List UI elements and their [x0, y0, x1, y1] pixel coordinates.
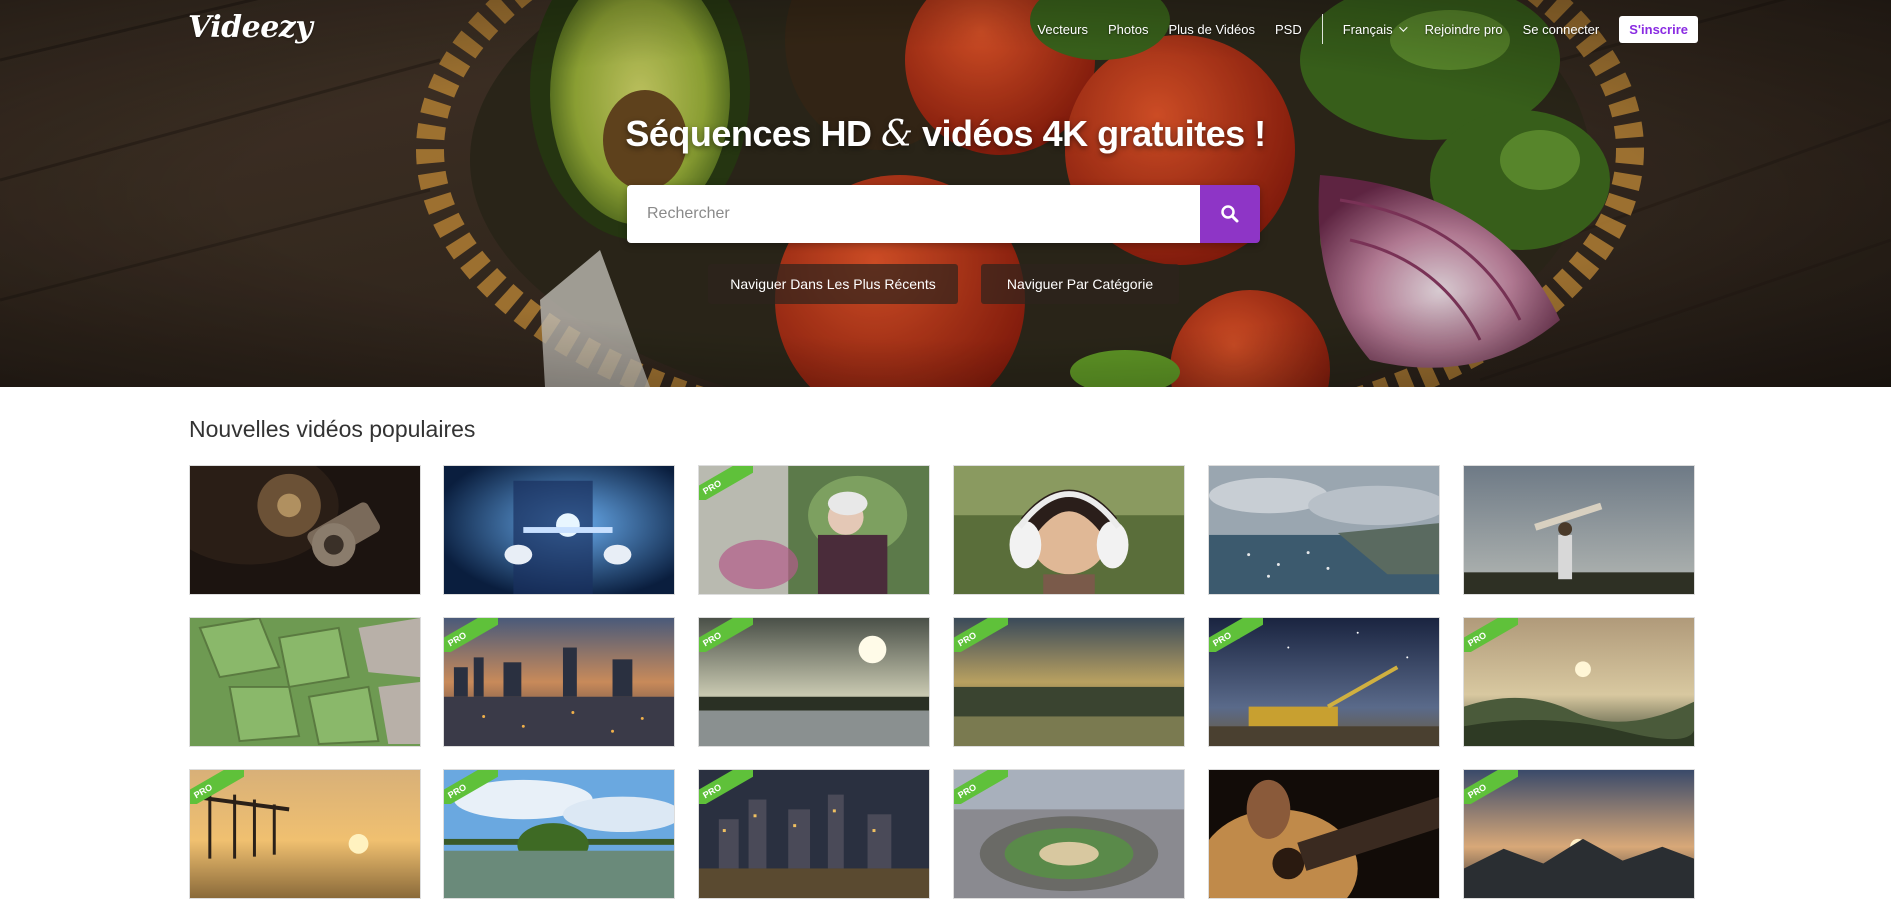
video-thumbnail[interactable] — [953, 465, 1185, 595]
join-pro-link[interactable]: Rejoindre pro — [1425, 22, 1503, 37]
section-title: Nouvelles vidéos populaires — [189, 416, 476, 442]
signup-button[interactable]: S'inscrire — [1619, 15, 1698, 43]
videezy-logo[interactable]: Videezy — [188, 10, 313, 45]
pro-badge: PRO — [699, 770, 753, 804]
pro-badge-label: PRO — [699, 770, 753, 804]
hero-headline: Séquences HD & vidéos 4K gratuites ! — [0, 113, 1891, 155]
pro-badge-label: PRO — [1464, 618, 1518, 652]
girl-headphones-image — [954, 466, 1184, 594]
pro-badge: PRO — [1464, 618, 1518, 652]
login-link[interactable]: Se connecter — [1523, 22, 1600, 37]
search-icon — [1221, 205, 1239, 223]
search-input[interactable] — [627, 185, 1200, 243]
top-navigation: Vecteurs Photos Plus de Vidéos PSD Franç… — [1017, 14, 1698, 44]
video-thumbnail[interactable] — [189, 465, 421, 595]
language-selector[interactable]: Français — [1342, 21, 1408, 37]
guitar-closeup-image — [1209, 770, 1439, 898]
pro-badge: PRO — [954, 770, 1008, 804]
video-thumbnail[interactable]: PRO — [1208, 617, 1440, 747]
pro-badge-label: PRO — [444, 618, 498, 652]
nav-link-psd[interactable]: PSD — [1275, 22, 1302, 37]
pro-badge-label: PRO — [699, 466, 753, 500]
video-thumbnail[interactable] — [1208, 769, 1440, 899]
video-thumbnail[interactable]: PRO — [1463, 769, 1695, 899]
video-thumbnail[interactable]: PRO — [443, 617, 675, 747]
video-thumbnail[interactable]: PRO — [698, 465, 930, 595]
pro-badge-label: PRO — [954, 770, 1008, 804]
chevron-down-icon — [1398, 23, 1408, 32]
pro-badge: PRO — [699, 466, 753, 500]
nav-link-vectors[interactable]: Vecteurs — [1037, 22, 1088, 37]
pro-badge: PRO — [699, 618, 753, 652]
video-thumbnail[interactable] — [1463, 465, 1695, 595]
pro-badge: PRO — [1209, 618, 1263, 652]
pro-badge-label: PRO — [190, 770, 244, 804]
nav-link-photos[interactable]: Photos — [1108, 22, 1148, 37]
harbor-bay-image — [1209, 466, 1439, 594]
headline-part-1: Séquences HD — [625, 113, 872, 154]
headline-part-2: vidéos 4K gratuites ! — [922, 113, 1266, 154]
pro-badge: PRO — [444, 770, 498, 804]
video-thumbnail[interactable]: PRO — [698, 617, 930, 747]
hero-banner: Videezy Vecteurs Photos Plus de Vidéos P… — [0, 0, 1891, 387]
video-thumbnail[interactable]: PRO — [189, 769, 421, 899]
pro-badge-label: PRO — [699, 618, 753, 652]
search-button[interactable] — [1200, 185, 1260, 243]
pro-badge-label: PRO — [1209, 618, 1263, 652]
nav-divider — [1321, 14, 1323, 44]
video-thumbnail[interactable]: PRO — [953, 769, 1185, 899]
video-thumbnail[interactable] — [189, 617, 421, 747]
aerial-rice-fields-image — [190, 618, 420, 746]
browse-recent-button[interactable]: Naviguer Dans Les Plus Récents — [708, 264, 958, 304]
video-thumbnail[interactable] — [443, 465, 675, 595]
pro-badge: PRO — [444, 618, 498, 652]
nav-link-more-videos[interactable]: Plus de Vidéos — [1169, 22, 1256, 37]
pro-badge: PRO — [190, 770, 244, 804]
man-airplane-sunset-image — [1464, 466, 1694, 594]
headline-ampersand: & — [880, 114, 913, 155]
hologram-tablet-image — [444, 466, 674, 594]
pro-badge: PRO — [954, 618, 1008, 652]
search-bar — [627, 185, 1260, 243]
pro-badge-label: PRO — [444, 770, 498, 804]
video-thumbnail[interactable]: PRO — [698, 769, 930, 899]
video-thumbnail[interactable]: PRO — [443, 769, 675, 899]
pro-badge-label: PRO — [1464, 770, 1518, 804]
video-thumbnail[interactable] — [1208, 465, 1440, 595]
video-thumbnail[interactable]: PRO — [953, 617, 1185, 747]
browse-category-button[interactable]: Naviguer Par Catégorie — [981, 264, 1179, 304]
vinyl-record-player-image — [190, 466, 420, 594]
pro-badge: PRO — [1464, 770, 1518, 804]
pro-badge-label: PRO — [954, 618, 1008, 652]
video-thumbnail[interactable]: PRO — [1463, 617, 1695, 747]
language-label: Français — [1342, 21, 1393, 37]
